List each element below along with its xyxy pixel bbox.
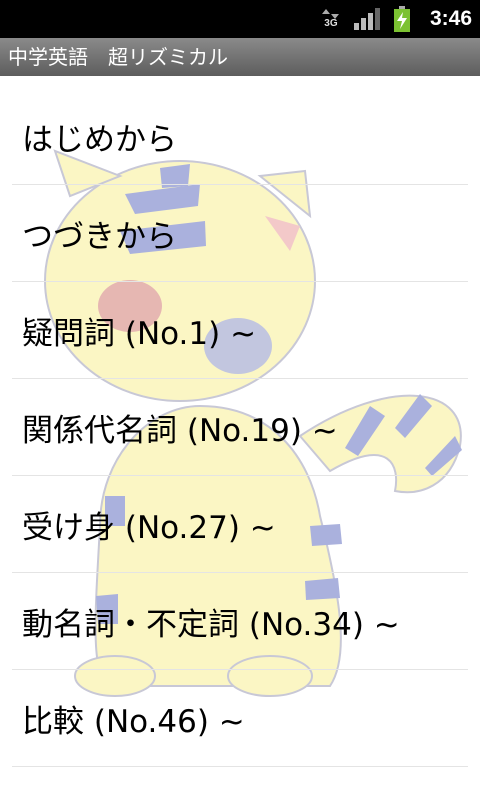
menu-item-comparison[interactable]: 比較 (No.46) ~ — [12, 670, 468, 767]
status-bar: 3G 3:46 — [0, 0, 480, 38]
menu-item-gerunds-infinitives[interactable]: 動名詞・不定詞 (No.34) ~ — [12, 573, 468, 670]
data-transfer-icon: 3G — [321, 9, 340, 29]
app-title: 中学英語 超リズミカル — [0, 38, 480, 76]
clock: 3:46 — [429, 7, 472, 30]
network-type: 3G — [324, 18, 338, 29]
battery-charging-icon — [393, 6, 410, 32]
menu-item-label: はじめから — [22, 121, 177, 158]
menu-item-label: 動名詞・不定詞 (No.34) ~ — [22, 606, 400, 643]
menu-list: はじめから つづきから 疑問詞 (No.1) ~ 関係代名詞 (No.19) ~… — [0, 76, 480, 800]
menu-item-continue[interactable]: つづきから — [12, 185, 468, 282]
menu-item-from-start[interactable]: はじめから — [12, 88, 468, 185]
menu-item-interrogatives[interactable]: 疑問詞 (No.1) ~ — [12, 282, 468, 379]
menu-item-label: つづきから — [22, 218, 177, 255]
menu-item-label: 関係代名詞 (No.19) ~ — [22, 412, 338, 449]
signal-strength-icon — [353, 8, 380, 30]
menu-item-label: 疑問詞 (No.1) ~ — [22, 315, 257, 352]
menu-item-label: 比較 (No.46) ~ — [22, 703, 245, 740]
menu-item-passive-voice[interactable]: 受け身 (No.27) ~ — [12, 476, 468, 573]
status-icons: 3G 3:46 — [321, 0, 472, 38]
menu-item-label: 受け身 (No.27) ~ — [22, 509, 276, 546]
menu-item-relative-pronouns[interactable]: 関係代名詞 (No.19) ~ — [12, 379, 468, 476]
